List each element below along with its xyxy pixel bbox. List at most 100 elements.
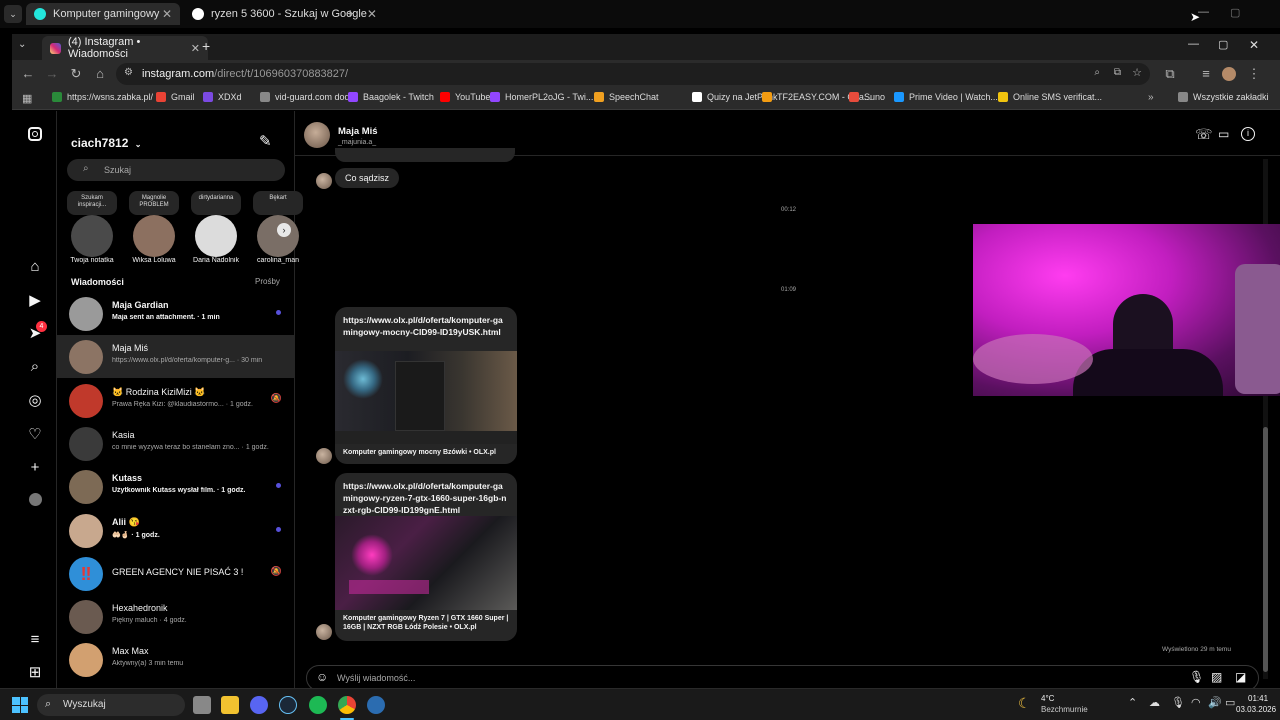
windows-start-icon[interactable] (12, 697, 28, 713)
bookmark-item[interactable]: Prime Video | Watch... (894, 92, 998, 102)
bookmark-item[interactable]: Suno (849, 92, 885, 102)
tab-list-button[interactable]: ⌄ (4, 5, 22, 23)
bookmark-star-icon[interactable]: ☆ (1132, 66, 1142, 79)
site-info-icon[interactable]: ⚙ (124, 67, 133, 78)
address-bar[interactable]: ⚙ instagram.com/direct/t/106960370883827… (116, 63, 1150, 85)
link-preview-bubble[interactable]: https://www.olx.pl/d/oferta/komputer-gam… (335, 307, 517, 464)
contact-name[interactable]: Maja Miś (338, 126, 378, 137)
clock-time[interactable]: 01:41 (1248, 694, 1268, 703)
tab-search-button[interactable]: ⌄ (18, 39, 26, 50)
message-composer[interactable]: ☺ Wyślij wiadomość... 🎙 ▨ ◪ (306, 665, 1259, 688)
reels-icon[interactable]: ▶ (26, 292, 44, 310)
video-call-icon[interactable]: ▭ (1218, 127, 1229, 141)
new-message-icon[interactable]: ✎ (259, 132, 272, 150)
notifications-heart-icon[interactable]: ♡ (26, 426, 44, 444)
close-tab-icon[interactable]: ✕ (162, 7, 172, 21)
link-url[interactable]: https://www.olx.pl/d/oferta/komputer-gam… (335, 473, 517, 516)
forward-icon[interactable]: → (44, 66, 60, 81)
new-tab-button[interactable]: + (346, 5, 354, 21)
instagram-tab[interactable]: (4) Instagram • Wiadomości ✕ (42, 36, 208, 60)
audio-call-icon[interactable]: ☏ (1195, 126, 1213, 143)
link-preview-bubble[interactable]: https://www.olx.pl/d/oferta/komputer-gam… (335, 473, 517, 641)
explore-icon[interactable]: ◎ (26, 392, 44, 410)
conversation-info-icon[interactable]: i (1241, 127, 1255, 141)
contact-avatar[interactable] (304, 122, 330, 148)
spotify-icon[interactable] (309, 696, 327, 714)
new-tab-button[interactable]: + (202, 38, 210, 54)
requests-link[interactable]: Prośby (255, 277, 280, 286)
media-control-icon[interactable]: ≡ (1198, 66, 1214, 81)
sticker-icon[interactable]: ◪ (1235, 670, 1246, 684)
reload-icon[interactable]: ↻ (68, 66, 84, 82)
conversation-row[interactable]: Kutass Użytkownik Kutass wysłał film. · 1… (57, 465, 295, 508)
notes-next-arrow-icon[interactable]: › (277, 223, 291, 237)
cloud-icon[interactable]: ☁ (1149, 696, 1160, 709)
discord-icon[interactable] (250, 696, 268, 714)
profile-avatar-icon[interactable] (26, 493, 44, 511)
account-switcher[interactable]: ciach7812 ⌄ (71, 136, 141, 150)
scrollbar-thumb[interactable] (1263, 427, 1268, 672)
apps-grid-icon[interactable]: ▦ (22, 92, 32, 105)
conversation-row[interactable]: Hexahedronik Piękny maluch · 4 godz. (57, 595, 295, 638)
note-item[interactable]: dirtydarianna Daria Nadolnik (185, 191, 247, 267)
search-field[interactable]: ⌕ Szukaj (67, 159, 285, 181)
tray-chevron-icon[interactable]: ⌃ (1128, 696, 1137, 709)
conversation-row[interactable]: 🐱 Rodzina KiziMizi 🐱 Prawa Ręka Kizi: @kl… (57, 379, 295, 422)
note-item[interactable]: Magnolie PROBLEM Wiksa Loluwa (123, 191, 185, 267)
minimize-button[interactable]: — (1188, 38, 1199, 50)
weather-temp[interactable]: 4°C (1041, 694, 1054, 703)
file-explorer-icon[interactable] (221, 696, 239, 714)
gallery-icon[interactable]: ▨ (1211, 670, 1222, 684)
search-icon[interactable]: ⌕ (26, 358, 44, 376)
bookmark-item[interactable]: YouTube (440, 92, 490, 102)
extensions-icon[interactable]: ⧉ (1162, 66, 1178, 82)
close-tab-icon[interactable]: ✕ (367, 7, 377, 21)
outer-tab-google[interactable]: ryzen 5 3600 - Szukaj w Google ✕ (184, 3, 377, 25)
volume-icon[interactable]: 🔊 (1208, 696, 1222, 709)
close-window-button[interactable]: ✕ (1249, 38, 1259, 52)
wifi-icon[interactable]: ◠ (1191, 696, 1201, 709)
link-url[interactable]: https://www.olx.pl/d/oferta/komputer-gam… (335, 307, 517, 351)
bookmark-item[interactable]: https://wsns.zabka.pl/ (52, 92, 153, 102)
more-menu-icon[interactable]: ≡ (26, 631, 44, 649)
back-icon[interactable]: ← (20, 66, 36, 81)
steam-icon[interactable] (279, 696, 297, 714)
outer-tab-olx[interactable]: Komputer gamingowy mocny B ✕ (26, 3, 180, 25)
message-input-placeholder[interactable]: Wyślij wiadomość... (337, 673, 415, 683)
menu-kebab-icon[interactable]: ⋮ (1246, 66, 1262, 82)
bookmark-item[interactable]: SpeechChat (594, 92, 659, 102)
bookmark-item[interactable]: HomerPL2oJG - Twi... (490, 92, 593, 102)
app-icon[interactable] (367, 696, 385, 714)
home-icon[interactable]: ⌂ (92, 66, 108, 81)
close-tab-icon[interactable]: ✕ (191, 42, 200, 55)
instagram-logo-icon[interactable] (26, 127, 44, 145)
bookmark-item[interactable]: Gmail (156, 92, 195, 102)
bookmark-item[interactable]: Online SMS verificat... (998, 92, 1102, 102)
maximize-button[interactable]: ▢ (1218, 38, 1228, 51)
conversation-row[interactable]: Kasia co mnie wyzywa teraz bo stanelam zn… (57, 422, 295, 465)
outer-maximize-button[interactable]: ▢ (1230, 6, 1240, 19)
conversation-row[interactable]: Maja Gardian Maja sent an attachment. · 1… (57, 292, 295, 335)
threads-apps-icon[interactable]: ⊞ (26, 664, 44, 682)
create-plus-icon[interactable]: + (26, 459, 44, 477)
conversation-row[interactable]: Maja Miś https://www.olx.pl/d/oferta/komp… (57, 335, 295, 379)
conversation-row[interactable]: Max Max Aktywny(a) 3 min temu (57, 638, 295, 681)
task-view-icon[interactable] (193, 696, 211, 714)
emoji-icon[interactable]: ☺ (316, 670, 328, 684)
note-item[interactable]: Szukam inspiracji... Twoja notatka (61, 191, 123, 267)
bookmark-item[interactable]: vid-guard.com dod... (260, 92, 357, 102)
profile-avatar[interactable] (1222, 67, 1236, 81)
chrome-icon[interactable] (338, 696, 356, 714)
install-app-icon[interactable]: ⧉ (1114, 67, 1121, 78)
message-bubble[interactable]: Co sądzisz (335, 168, 400, 188)
microphone-icon[interactable]: 🎙 (1189, 670, 1204, 684)
conversation-row[interactable]: ‼ GREEN AGENCY NIE PISAĆ 3 ! 🔕 (57, 552, 295, 595)
taskbar-search[interactable]: ⌕ Wyszukaj (37, 694, 185, 716)
conversation-row[interactable]: Alii 😘 🤲🏻🤞🏻 · 1 godz. (57, 509, 295, 552)
tray-mic-icon[interactable]: 🎙 (1171, 696, 1185, 709)
home-icon[interactable]: ⌂ (26, 258, 44, 276)
messages-icon[interactable]: ➤ 4 (26, 321, 47, 343)
bookmark-item[interactable]: XDXd (203, 92, 242, 102)
bookmark-item[interactable]: Baagolek - Twitch (348, 92, 434, 102)
zoom-icon[interactable]: ⌕ (1094, 67, 1100, 78)
